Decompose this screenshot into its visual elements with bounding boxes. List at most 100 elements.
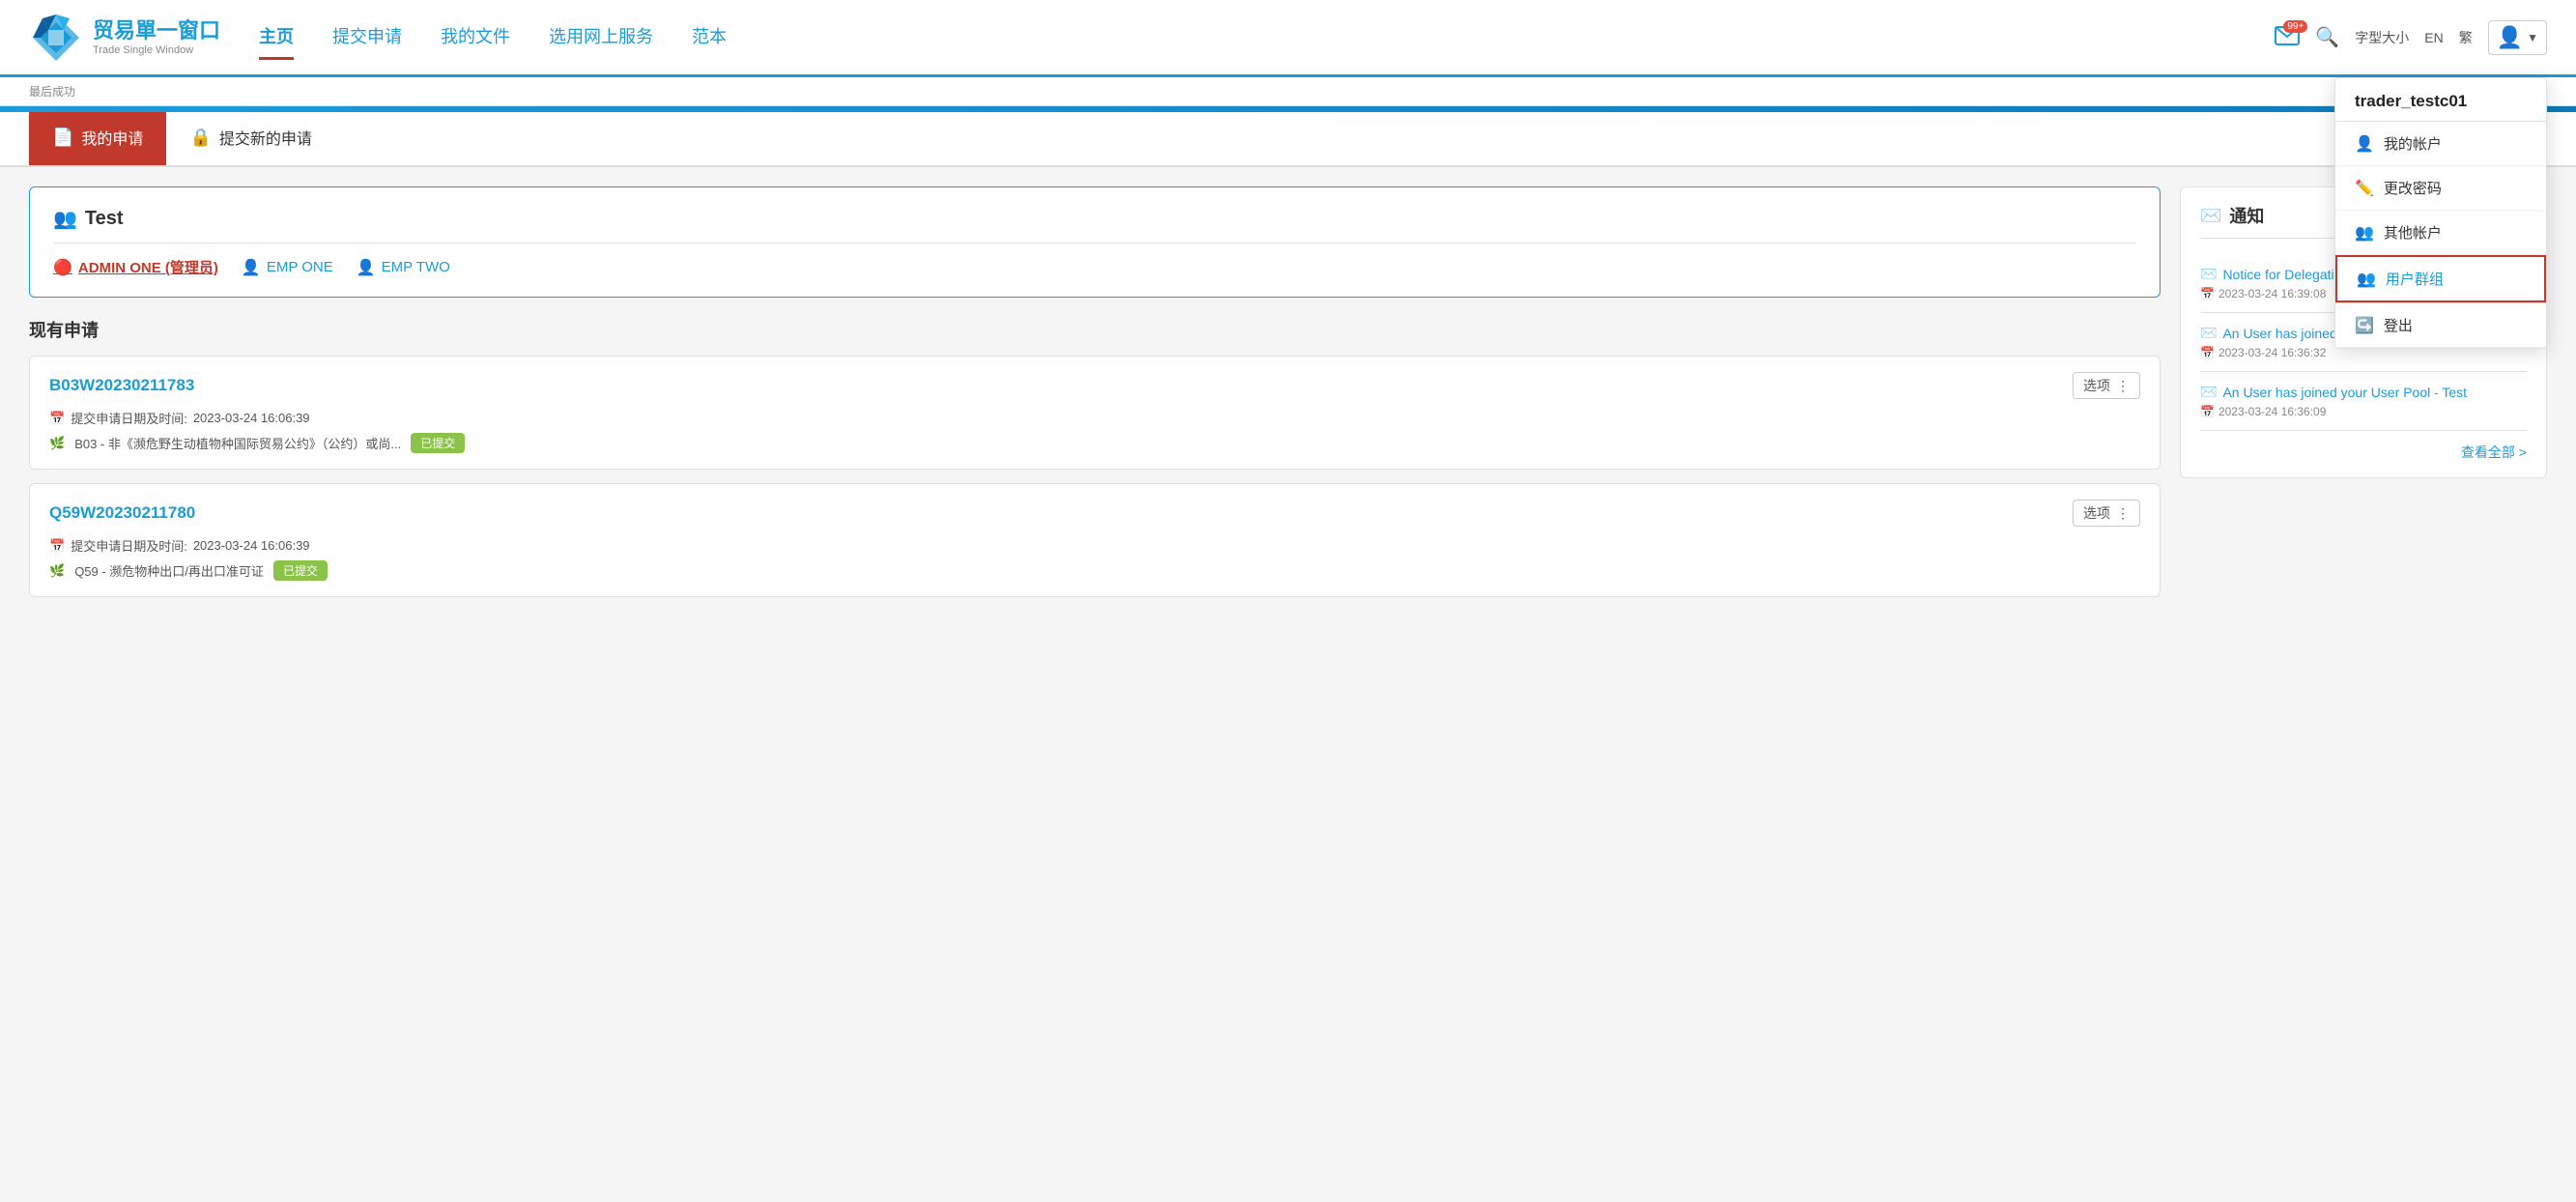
chevron-down-icon: ▼ bbox=[2527, 31, 2538, 44]
logo-area: 贸易單一窗口 Trade Single Window bbox=[29, 11, 220, 65]
app-desc-2: 🌿 Q59 - 濒危物种出口/再出口准可证 已提交 bbox=[49, 560, 2140, 581]
group-name: Test bbox=[85, 208, 124, 230]
member-admin-one[interactable]: 🔴 ADMIN ONE (管理员) bbox=[53, 257, 218, 277]
date-value-1: 2023-03-24 16:06:39 bbox=[193, 411, 310, 425]
notification-item-3: ✉️ An User has joined your User Pool - T… bbox=[2200, 372, 2527, 431]
section-current-title: 现有申请 bbox=[29, 317, 2161, 342]
lock-icon: 🔒 bbox=[189, 128, 211, 148]
admin-icon: 🔴 bbox=[53, 258, 72, 277]
emp-one-icon: 👤 bbox=[242, 258, 261, 277]
people-icon-group: 👥 bbox=[2357, 270, 2376, 289]
notification-button[interactable]: 99+ bbox=[2275, 26, 2300, 48]
dropdown-user-group-label: 用户群组 bbox=[2386, 269, 2444, 289]
app-id-1[interactable]: B03W20230211783 bbox=[49, 376, 194, 395]
emp-two-icon: 👤 bbox=[357, 258, 376, 277]
notif-mail-icon-2: ✉️ bbox=[2200, 325, 2217, 341]
tab-submit-new[interactable]: 🔒 提交新的申请 bbox=[166, 112, 334, 165]
last-login-text: 最后成功 bbox=[29, 85, 75, 99]
user-group-card: 👥 Test 🔴 ADMIN ONE (管理员) 👤 EMP ONE 👤 EMP… bbox=[29, 186, 2161, 298]
doc-icon: 📄 bbox=[52, 128, 73, 148]
desc-text-1: B03 - 非《濒危野生动植物种国际贸易公约》（公约）或尚... bbox=[74, 434, 401, 452]
logo-icon bbox=[29, 11, 83, 65]
options-label-2: 选项 bbox=[2083, 503, 2110, 523]
nav-home[interactable]: 主页 bbox=[259, 23, 294, 52]
search-button[interactable]: 🔍 bbox=[2315, 25, 2339, 49]
nav-services[interactable]: 选用网上服务 bbox=[549, 23, 653, 52]
dropdown-change-password[interactable]: ✏️ 更改密码 bbox=[2335, 166, 2546, 211]
desc-icon-2: 🌿 bbox=[49, 563, 65, 579]
options-button-2[interactable]: 选项 ⋮ bbox=[2073, 500, 2140, 527]
app-meta-1: 📅 提交申请日期及时间: 2023-03-24 16:06:39 bbox=[49, 409, 2140, 427]
dropdown-user-group[interactable]: 👥 用户群组 bbox=[2335, 255, 2546, 302]
app-card-2-header: Q59W20230211780 选项 ⋮ bbox=[49, 500, 2140, 527]
nav-my-files[interactable]: 我的文件 bbox=[441, 23, 510, 52]
user-menu-button[interactable]: 👤 ▼ bbox=[2488, 20, 2547, 55]
more-icon-1: ⋮ bbox=[2116, 378, 2130, 394]
nav-submit[interactable]: 提交申请 bbox=[332, 23, 402, 52]
notif-date-value-3: 2023-03-24 16:36:09 bbox=[2218, 405, 2326, 418]
dropdown-logout[interactable]: ↪️ 登出 bbox=[2335, 303, 2546, 348]
main-layout: 👥 Test 🔴 ADMIN ONE (管理员) 👤 EMP ONE 👤 EMP… bbox=[0, 167, 2576, 630]
pencil-icon: ✏️ bbox=[2355, 179, 2374, 198]
app-id-2[interactable]: Q59W20230211780 bbox=[49, 503, 195, 523]
logo-text: 贸易單一窗口 Trade Single Window bbox=[93, 18, 220, 55]
dropdown-change-password-label: 更改密码 bbox=[2384, 178, 2442, 198]
dropdown-other-accounts-label: 其他帐户 bbox=[2384, 222, 2442, 243]
notification-badge: 99+ bbox=[2283, 20, 2307, 33]
date-label-2: 提交申请日期及时间: bbox=[71, 536, 187, 555]
user-group-title: 👥 Test bbox=[53, 207, 2136, 243]
calendar-icon-notif-3: 📅 bbox=[2200, 405, 2215, 418]
member-emp-one[interactable]: 👤 EMP ONE bbox=[242, 258, 333, 277]
options-button-1[interactable]: 选项 ⋮ bbox=[2073, 372, 2140, 399]
desc-text-2: Q59 - 濒危物种出口/再出口准可证 bbox=[74, 561, 264, 580]
dropdown-my-account-label: 我的帐户 bbox=[2384, 133, 2442, 154]
notif-text-1: Notice for Delegation bbox=[2222, 267, 2349, 282]
options-label-1: 选项 bbox=[2083, 376, 2110, 395]
calendar-icon-notif-1: 📅 bbox=[2200, 287, 2215, 300]
date-value-2: 2023-03-24 16:06:39 bbox=[193, 538, 310, 553]
group-icon: 👥 bbox=[53, 207, 77, 231]
notif-mail-icon-3: ✉️ bbox=[2200, 384, 2217, 400]
dropdown-my-account[interactable]: 👤 我的帐户 bbox=[2335, 122, 2546, 166]
nav-templates[interactable]: 范本 bbox=[692, 23, 727, 52]
calendar-icon-1: 📅 bbox=[49, 411, 65, 426]
logo-cn: 贸易單一窗口 bbox=[93, 18, 220, 43]
tab-submit-new-label: 提交新的申请 bbox=[219, 126, 312, 149]
notif-mail-icon-1: ✉️ bbox=[2200, 266, 2217, 282]
see-all-button[interactable]: 查看全部 > bbox=[2200, 443, 2527, 462]
admin-one-label: ADMIN ONE (管理员) bbox=[78, 257, 218, 277]
lang-en-button[interactable]: EN bbox=[2424, 30, 2443, 45]
tabs-area: 📄 我的申请 🔒 提交新的申请 bbox=[0, 112, 2576, 167]
main-nav: 主页 提交申请 我的文件 选用网上服务 范本 bbox=[259, 23, 2275, 52]
dropdown-other-accounts[interactable]: 👥 其他帐户 bbox=[2335, 211, 2546, 255]
notification-title-3[interactable]: ✉️ An User has joined your User Pool - T… bbox=[2200, 384, 2527, 400]
tab-my-applications-label: 我的申请 bbox=[81, 126, 143, 149]
notif-date-value-1: 2023-03-24 16:39:08 bbox=[2218, 287, 2326, 300]
notification-panel-label: 通知 bbox=[2229, 203, 2264, 228]
app-desc-1: 🌿 B03 - 非《濒危野生动植物种国际贸易公约》（公约）或尚... 已提交 bbox=[49, 433, 2140, 453]
status-badge-2: 已提交 bbox=[273, 560, 328, 581]
members-row: 🔴 ADMIN ONE (管理员) 👤 EMP ONE 👤 EMP TWO bbox=[53, 257, 2136, 277]
dropdown-menu: trader_testc01 👤 我的帐户 ✏️ 更改密码 👥 其他帐户 👥 用… bbox=[2334, 77, 2547, 349]
member-emp-two[interactable]: 👤 EMP TWO bbox=[357, 258, 450, 277]
notif-date-3: 📅 2023-03-24 16:36:09 bbox=[2200, 405, 2527, 418]
notif-date-value-2: 2023-03-24 16:36:32 bbox=[2218, 346, 2326, 359]
sub-header: 最后成功 bbox=[0, 77, 2576, 106]
lang-tc-button[interactable]: 繁 bbox=[2459, 28, 2473, 47]
app-meta-2: 📅 提交申请日期及时间: 2023-03-24 16:06:39 bbox=[49, 536, 2140, 555]
desc-icon-1: 🌿 bbox=[49, 436, 65, 451]
date-label-1: 提交申请日期及时间: bbox=[71, 409, 187, 427]
dropdown-username: trader_testc01 bbox=[2335, 78, 2546, 122]
logout-icon: ↪️ bbox=[2355, 316, 2374, 335]
tab-my-applications[interactable]: 📄 我的申请 bbox=[29, 112, 166, 165]
left-content: 👥 Test 🔴 ADMIN ONE (管理员) 👤 EMP ONE 👤 EMP… bbox=[29, 186, 2161, 611]
calendar-icon-notif-2: 📅 bbox=[2200, 346, 2215, 359]
header-right: 99+ 🔍 字型大小 EN 繁 👤 ▼ bbox=[2275, 20, 2547, 55]
person-icon: 👤 bbox=[2355, 134, 2374, 154]
status-badge-1: 已提交 bbox=[411, 433, 465, 453]
app-card-1-header: B03W20230211783 选项 ⋮ bbox=[49, 372, 2140, 399]
emp-two-label: EMP TWO bbox=[382, 259, 450, 275]
font-size-label: 字型大小 bbox=[2355, 28, 2409, 47]
header: 贸易單一窗口 Trade Single Window 主页 提交申请 我的文件 … bbox=[0, 0, 2576, 77]
emp-one-label: EMP ONE bbox=[267, 259, 333, 275]
